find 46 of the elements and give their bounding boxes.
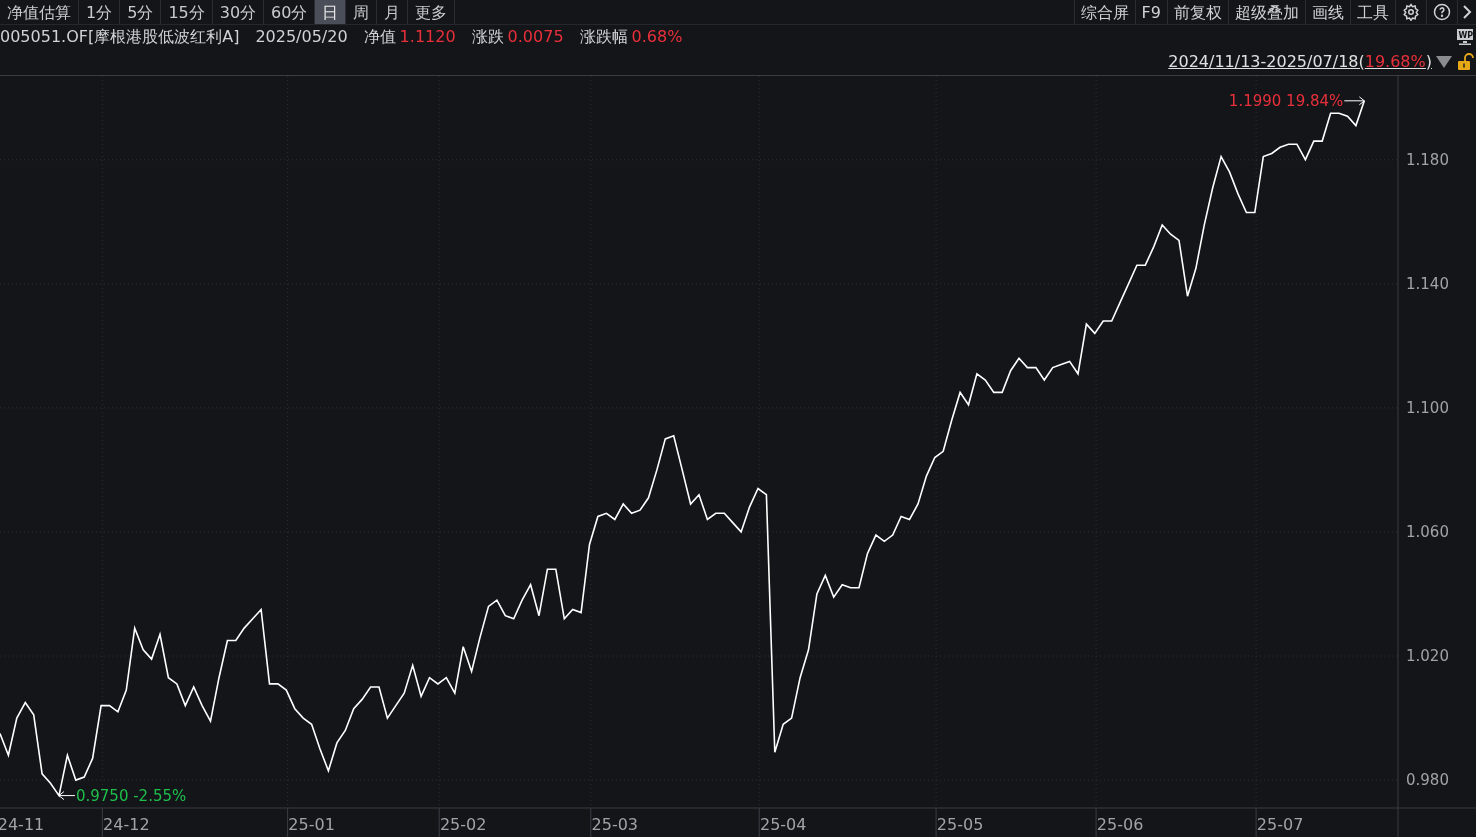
period-tab[interactable]: 更多: [408, 0, 456, 24]
toolbar-button[interactable]: 画线: [1305, 0, 1350, 24]
toolbar-button[interactable]: 综合屏: [1073, 0, 1135, 24]
toolbar-button[interactable]: 超级叠加: [1228, 0, 1305, 24]
axis-tick-label: 1.180: [1406, 150, 1449, 169]
period-tab[interactable]: 15分: [161, 0, 213, 24]
period-tab[interactable]: 5分: [120, 0, 162, 24]
axis-tick-label: 25-03: [591, 815, 639, 834]
axis-tick-label: 1.060: [1406, 522, 1449, 541]
leader-arrow: [58, 791, 76, 801]
fund-name: 005051.OF[摩根港股低波红利A]: [0, 25, 240, 48]
axis-tick-label: 0.980: [1406, 771, 1449, 790]
period-tab[interactable]: 30分: [212, 0, 265, 24]
period-tab[interactable]: 净值估算: [0, 0, 79, 24]
period-tab[interactable]: 日: [315, 0, 347, 24]
axis-tick-label: 25-04: [759, 815, 807, 834]
field-label: 净值: [363, 25, 396, 48]
period-tab[interactable]: 周: [346, 0, 378, 24]
period-tab[interactable]: 1分: [79, 0, 121, 24]
dropdown-icon[interactable]: [1436, 55, 1452, 68]
toolbar-button[interactable]: 前复权: [1167, 0, 1228, 24]
min-value-label: 0.9750 -2.55%: [75, 786, 187, 805]
date-text: 2025/05/20: [255, 25, 348, 48]
leader-arrow: [1343, 96, 1365, 106]
field-label: 涨跌: [471, 25, 504, 48]
axis-tick-label: 24-12: [103, 815, 150, 834]
axis-tick-label: 25-02: [439, 815, 487, 834]
axis-tick-label: 25-05: [936, 815, 984, 834]
axis-tick-label: 1.020: [1406, 647, 1449, 665]
axis-tick-label: 25-07: [1256, 815, 1304, 834]
toolbar-button[interactable]: F9: [1134, 0, 1167, 24]
field-value: 0.0075: [507, 25, 564, 48]
axis-tick-label: 25-01: [288, 815, 335, 834]
field-label: 涨跌幅: [579, 25, 628, 48]
range-change: 19.68%: [1364, 50, 1426, 73]
lock-icon[interactable]: [1456, 52, 1474, 71]
axis-tick-label: 1.140: [1406, 274, 1449, 293]
field-value: 0.68%: [631, 25, 683, 48]
field-value: 1.1120: [399, 25, 456, 48]
max-value-label: 1.1990 19.84%: [1228, 91, 1344, 110]
date-range-text[interactable]: 2024/11/13-2025/07/18(: [1168, 49, 1365, 74]
period-tab[interactable]: 月: [377, 0, 409, 24]
range-close: ): [1425, 50, 1432, 73]
toolbar-button[interactable]: 工具: [1350, 0, 1395, 24]
axis-tick-label: 25-06: [1096, 815, 1144, 834]
axis-tick-label: 1.100: [1406, 398, 1449, 417]
